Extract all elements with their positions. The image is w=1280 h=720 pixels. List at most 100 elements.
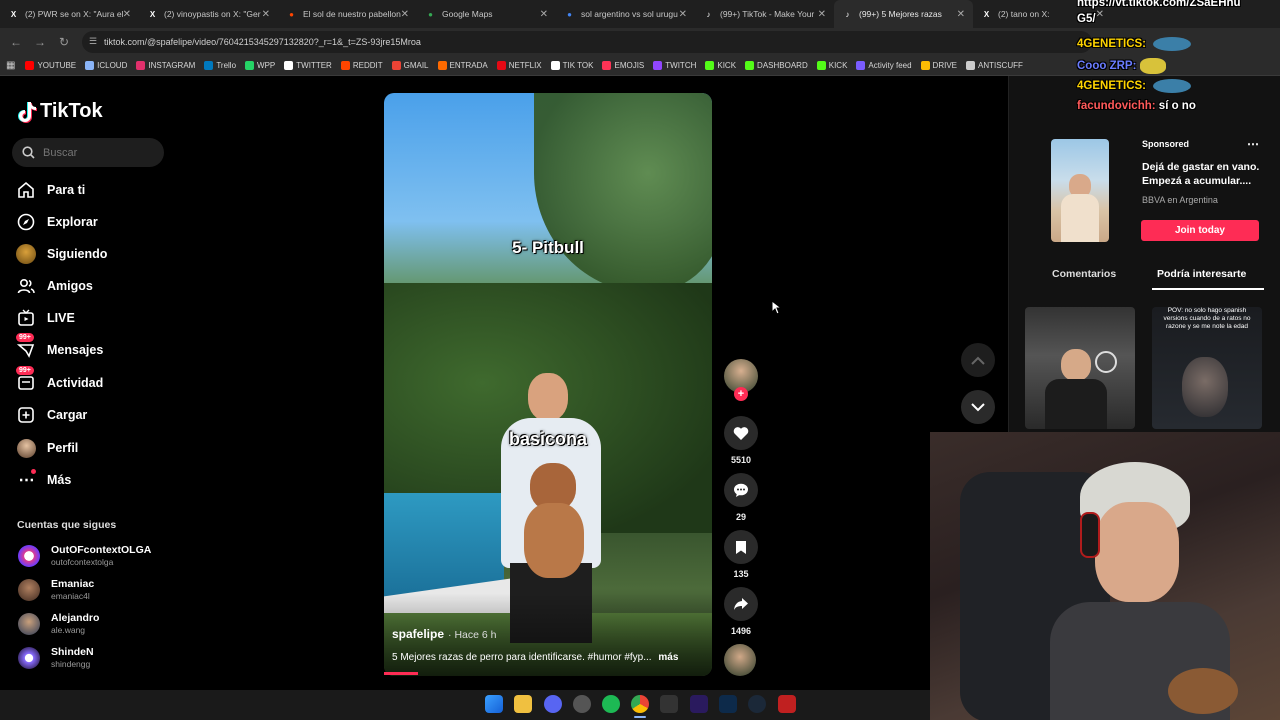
nav-mensajes[interactable]: 99+ Mensajes xyxy=(16,333,103,360)
photoshop-icon[interactable] xyxy=(719,695,737,713)
bookmark-item[interactable]: TIK TOK xyxy=(550,61,593,70)
follow-plus-icon[interactable]: + xyxy=(734,387,748,401)
tab-podria-interesarte[interactable]: Podría interesarte xyxy=(1157,268,1246,280)
video-player[interactable]: 5- Pitbull basicona spafelipe · Hace 6 h … xyxy=(384,93,712,676)
tab-close-icon[interactable]: ✕ xyxy=(957,9,965,20)
save-count: 135 xyxy=(733,569,749,579)
app-icon[interactable] xyxy=(573,695,591,713)
tab-close-icon[interactable]: ✕ xyxy=(540,9,548,20)
bookmark-item[interactable]: KICK xyxy=(705,61,736,70)
nav-cargar[interactable]: Cargar xyxy=(16,405,87,425)
search-input[interactable] xyxy=(43,146,153,159)
bookmark-favicon-icon xyxy=(966,61,975,70)
suggested-video-2[interactable]: POV: no solo hago spanish versions cuand… xyxy=(1152,307,1262,429)
app-icon[interactable] xyxy=(778,695,796,713)
tab-close-icon[interactable]: ✕ xyxy=(818,9,826,20)
video-author[interactable]: spafelipe · Hace 6 h xyxy=(392,627,496,641)
browser-tab[interactable]: X (2) vinoypastis on X: "Ger ✕ xyxy=(139,0,278,28)
nav-explorar[interactable]: Explorar xyxy=(16,212,98,232)
bookmark-item[interactable]: NETFLIX xyxy=(496,61,542,70)
tab-title: (2) PWR se on X: "Aura el xyxy=(25,9,124,19)
file-explorer-icon[interactable] xyxy=(514,695,532,713)
bookmark-item[interactable]: INSTAGRAM xyxy=(136,61,195,70)
steam-icon[interactable] xyxy=(748,695,766,713)
following-account-2[interactable]: Emaniac emaniac4l xyxy=(18,578,94,601)
forward-button[interactable]: → xyxy=(28,35,52,49)
bookmark-item[interactable]: TWITCH xyxy=(653,61,696,70)
bookmark-favicon-icon xyxy=(284,61,294,70)
bookmark-item[interactable]: YOUTUBE xyxy=(25,61,76,70)
browser-tab[interactable]: X (2) PWR se on X: "Aura el ✕ xyxy=(0,0,139,28)
tab-comentarios[interactable]: Comentarios xyxy=(1052,268,1116,280)
browser-tab[interactable]: ● El sol de nuestro pabellon ✕ xyxy=(278,0,417,28)
nav-mas[interactable]: ⋯ Más xyxy=(16,469,71,490)
tab-close-icon[interactable]: ✕ xyxy=(262,9,270,20)
back-button[interactable]: ← xyxy=(4,35,28,49)
bookmark-item[interactable]: DASHBOARD xyxy=(745,61,808,70)
bookmark-item[interactable]: DRIVE xyxy=(920,61,957,70)
browser-tab[interactable]: ● Google Maps ✕ xyxy=(417,0,556,28)
nav-perfil[interactable]: Perfil xyxy=(16,438,78,458)
suggested-video-1[interactable] xyxy=(1025,307,1135,429)
following-account-4[interactable]: ShindeN shindengg xyxy=(18,646,94,669)
share-count: 1496 xyxy=(730,626,752,636)
tab-close-icon[interactable]: ✕ xyxy=(123,9,131,20)
spotify-icon[interactable] xyxy=(602,695,620,713)
bookmark-item[interactable]: EMOJIS xyxy=(602,61,644,70)
save-button[interactable]: 135 xyxy=(724,530,758,579)
video-progress-bar[interactable] xyxy=(384,672,418,675)
bookmark-item[interactable]: TWITTER xyxy=(284,61,332,70)
bookmark-item[interactable]: ICLOUD xyxy=(85,61,127,70)
ad-more-options-icon[interactable]: ⋯ xyxy=(1247,137,1259,151)
tab-close-icon[interactable]: ✕ xyxy=(679,9,687,20)
bookmark-item[interactable]: ENTRADA xyxy=(437,61,488,70)
google-icon: ● xyxy=(567,9,572,19)
ad-thumbnail[interactable] xyxy=(1051,139,1109,242)
obs-icon[interactable] xyxy=(660,695,678,713)
following-account-1[interactable]: OutOFcontextOLGA outofcontextolga xyxy=(18,544,151,567)
nav-amigos[interactable]: Amigos xyxy=(16,276,93,296)
address-bar[interactable]: ☰ tiktok.com/@spafelipe/video/7604215345… xyxy=(82,31,1092,53)
sound-avatar-button[interactable] xyxy=(724,644,758,676)
chrome-icon[interactable] xyxy=(631,695,649,713)
comment-button[interactable]: 29 xyxy=(724,473,758,522)
search-box[interactable] xyxy=(12,138,164,167)
next-video-button[interactable] xyxy=(961,390,995,424)
account-name: Alejandro xyxy=(51,612,100,624)
tab-title: (99+) 5 Mejores razas xyxy=(859,9,942,19)
nav-actividad[interactable]: 99+ Actividad xyxy=(16,366,103,393)
nav-live[interactable]: LIVE xyxy=(16,308,75,328)
chat-user: Cooo ZRP: xyxy=(1077,60,1137,73)
nav-siguiendo[interactable]: Siguiendo xyxy=(16,244,107,264)
more-link[interactable]: más xyxy=(658,652,678,663)
discord-icon[interactable] xyxy=(544,695,562,713)
apps-grid-icon[interactable]: ▦ xyxy=(6,60,15,71)
bookmark-icon xyxy=(724,530,758,564)
site-info-icon[interactable]: ☰ xyxy=(89,36,97,47)
activity-icon: 99+ xyxy=(16,366,36,393)
windows-start-icon[interactable] xyxy=(485,695,503,713)
browser-tab[interactable]: ♪ (99+) TikTok - Make Your ✕ xyxy=(695,0,834,28)
creator-avatar-button[interactable]: + xyxy=(724,359,758,401)
ad-text: Dejá de gastar en vano. Empezá a acumula… xyxy=(1142,161,1260,187)
like-button[interactable]: 5510 xyxy=(724,416,758,465)
bookmark-item[interactable]: ANTISCUFF xyxy=(966,61,1023,70)
reload-button[interactable]: ↻ xyxy=(52,35,76,49)
previous-video-button[interactable] xyxy=(961,343,995,377)
following-account-3[interactable]: Alejandro ale.wang xyxy=(18,612,99,635)
streamer-webcam xyxy=(930,432,1280,720)
tab-close-icon[interactable]: ✕ xyxy=(401,9,409,20)
bookmark-item[interactable]: Trello xyxy=(204,61,236,70)
bookmark-item[interactable]: Activity feed xyxy=(856,61,912,70)
nav-para-ti[interactable]: Para ti xyxy=(16,180,85,200)
browser-tab[interactable]: ♪ (99+) 5 Mejores razas ✕ xyxy=(834,0,973,28)
bookmark-item[interactable]: GMAIL xyxy=(391,61,429,70)
join-today-button[interactable]: Join today xyxy=(1141,220,1259,241)
bookmark-item[interactable]: KICK xyxy=(816,61,847,70)
browser-tab[interactable]: ● sol argentino vs sol urugu ✕ xyxy=(556,0,695,28)
tiktok-logo[interactable]: TikTok xyxy=(17,100,103,123)
premiere-icon[interactable] xyxy=(690,695,708,713)
bookmark-item[interactable]: WPP xyxy=(245,61,275,70)
share-button[interactable]: 1496 xyxy=(724,587,758,636)
bookmark-item[interactable]: REDDIT xyxy=(340,61,383,70)
